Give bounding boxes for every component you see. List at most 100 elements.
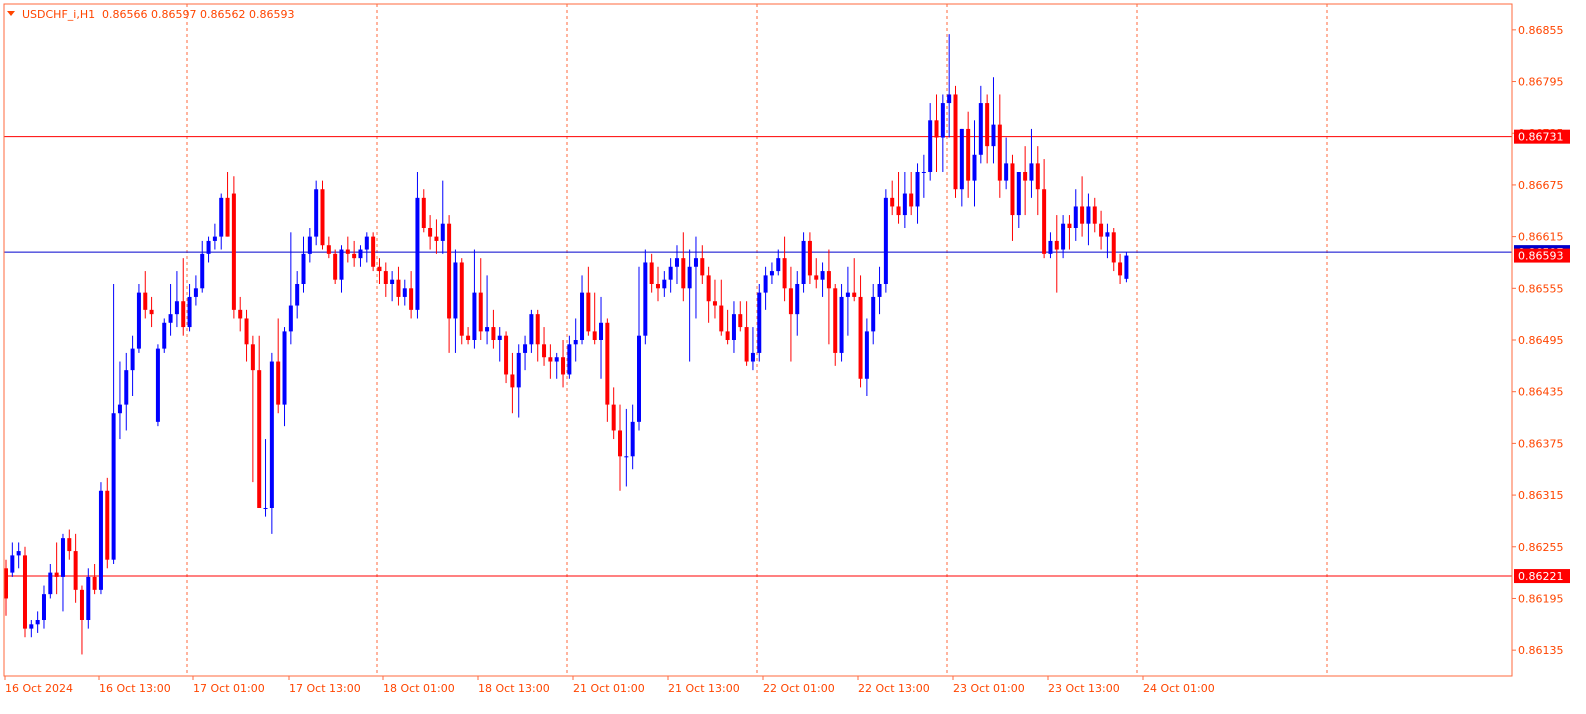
candle-body <box>649 262 654 284</box>
candle-body <box>592 331 597 340</box>
candle-body <box>314 189 319 237</box>
candle-body <box>345 249 350 254</box>
candle-body <box>712 301 717 306</box>
candle-body <box>440 223 445 241</box>
price-tick-label: 0.86495 <box>1518 334 1564 347</box>
candle-body <box>535 314 540 345</box>
candle-body <box>1010 163 1015 216</box>
candle-body <box>504 335 509 375</box>
candle-body <box>187 296 192 328</box>
candle-body <box>193 288 198 297</box>
price-tick-label: 0.86195 <box>1518 592 1564 605</box>
candle-body <box>383 271 388 284</box>
bear-candle <box>371 232 376 272</box>
candle-body <box>79 589 84 620</box>
bull-candle <box>98 482 103 595</box>
candle-body <box>807 240 812 276</box>
candle-body <box>523 344 528 353</box>
time-tick-label: 17 Oct 01:00 <box>193 682 265 695</box>
bull-candle <box>269 352 274 534</box>
candle-body <box>4 568 8 599</box>
candle-body <box>624 456 629 458</box>
candle-body <box>750 352 755 362</box>
candle-body <box>421 197 426 228</box>
candle-body <box>428 228 433 237</box>
candle-body <box>1099 223 1104 237</box>
chart-window[interactable]: 0.868550.867950.867350.866750.866150.865… <box>0 0 1586 710</box>
candle-body <box>181 301 186 328</box>
candle-body <box>130 348 135 371</box>
time-tick-label: 24 Oct 01:00 <box>1143 682 1215 695</box>
time-tick-label: 16 Oct 13:00 <box>99 682 171 695</box>
candle-body <box>567 344 572 375</box>
candle-body <box>814 275 819 280</box>
symbol-label: USDCHF_i,H1 <box>22 8 95 21</box>
candle-body <box>98 490 103 590</box>
level-price-label: 0.86221 <box>1514 569 1570 584</box>
candle-body <box>940 103 945 138</box>
bear-candle <box>333 249 338 284</box>
candle-body <box>580 292 585 340</box>
candle-body <box>693 258 698 267</box>
candle-body <box>485 327 490 332</box>
candle-body <box>212 236 217 241</box>
price-tick-label: 0.86435 <box>1518 386 1564 399</box>
candle-body <box>415 197 420 310</box>
candle-body <box>1004 163 1009 181</box>
candle-body <box>282 331 287 405</box>
candle-body <box>845 292 850 297</box>
bear-candle <box>22 546 27 638</box>
candle-body <box>41 594 46 620</box>
price-tick-label: 0.86555 <box>1518 282 1564 295</box>
candle-body <box>573 340 578 345</box>
candle-body <box>326 245 331 254</box>
candle-body <box>706 275 711 302</box>
time-tick-label: 22 Oct 01:00 <box>763 682 835 695</box>
candle-body <box>681 258 686 289</box>
candle-body <box>29 624 34 629</box>
candle-body <box>301 253 306 284</box>
chart-background <box>0 0 1586 710</box>
time-tick-label: 18 Oct 13:00 <box>478 682 550 695</box>
candle-body <box>795 284 800 315</box>
candle-body <box>839 296 844 353</box>
candle-body <box>871 296 876 332</box>
candle-body <box>947 94 952 104</box>
chart-canvas[interactable]: 0.868550.867950.867350.866750.866150.865… <box>0 0 1586 710</box>
candle-body <box>864 331 869 379</box>
candle-body <box>643 262 648 336</box>
candle-body <box>295 284 300 306</box>
candle-body <box>858 296 863 379</box>
candle-body <box>1105 232 1110 237</box>
candle-body <box>162 322 167 349</box>
candle-body <box>60 538 65 577</box>
candle-body <box>320 189 325 246</box>
candle-body <box>478 292 483 332</box>
bull-candle <box>883 189 888 293</box>
candle-body <box>219 197 224 237</box>
candle-body <box>447 223 452 319</box>
price-tick-label: 0.86255 <box>1518 541 1564 554</box>
candle-body <box>801 240 806 284</box>
candle-body <box>630 421 635 457</box>
time-tick-label: 18 Oct 01:00 <box>383 682 455 695</box>
candle-body <box>605 322 610 405</box>
candle-body <box>111 413 116 560</box>
time-tick-label: 21 Oct 13:00 <box>668 682 740 695</box>
candle-body <box>788 288 793 315</box>
price-tick-label: 0.86855 <box>1518 24 1564 37</box>
candle-body <box>516 352 521 388</box>
candle-body <box>200 253 205 289</box>
price-tick-label: 0.86615 <box>1518 231 1564 244</box>
candle-body <box>1073 206 1078 228</box>
candle-body <box>250 344 255 371</box>
price-tick-label: 0.86375 <box>1518 437 1564 450</box>
candle-body <box>542 344 547 358</box>
candle-body <box>725 331 730 340</box>
candle-body <box>92 576 97 590</box>
candle-body <box>877 284 882 297</box>
candle-body <box>263 508 268 509</box>
candle-body <box>959 128 964 190</box>
candle-body <box>776 258 781 272</box>
bear-candle <box>953 85 958 198</box>
